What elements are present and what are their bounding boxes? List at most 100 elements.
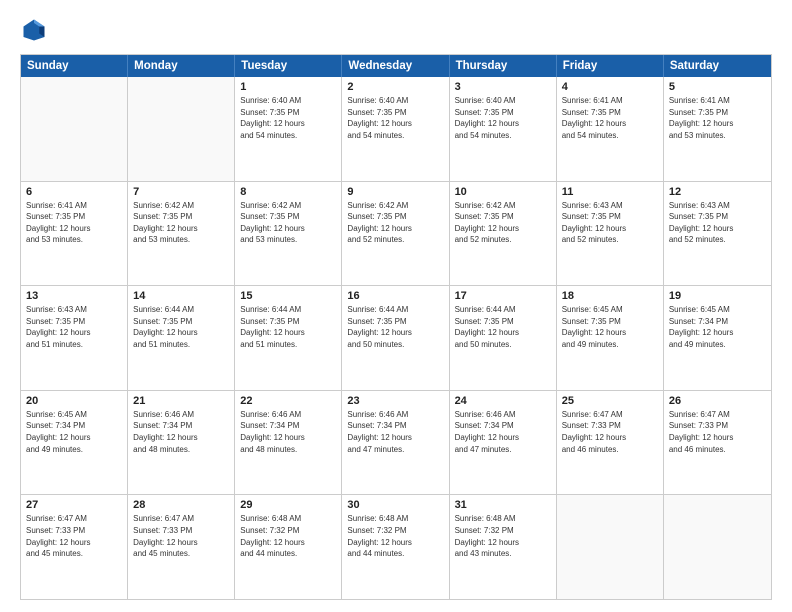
day-number: 27: [26, 499, 122, 511]
cell-info: Sunrise: 6:41 AM Sunset: 7:35 PM Dayligh…: [26, 200, 122, 246]
calendar-row: 6Sunrise: 6:41 AM Sunset: 7:35 PM Daylig…: [21, 182, 771, 287]
cell-info: Sunrise: 6:45 AM Sunset: 7:35 PM Dayligh…: [562, 304, 658, 350]
cell-info: Sunrise: 6:47 AM Sunset: 7:33 PM Dayligh…: [562, 409, 658, 455]
cell-info: Sunrise: 6:43 AM Sunset: 7:35 PM Dayligh…: [26, 304, 122, 350]
day-number: 12: [669, 186, 766, 198]
cell-info: Sunrise: 6:43 AM Sunset: 7:35 PM Dayligh…: [562, 200, 658, 246]
day-number: 21: [133, 395, 229, 407]
calendar-page: SundayMondayTuesdayWednesdayThursdayFrid…: [0, 0, 792, 612]
day-number: 16: [347, 290, 443, 302]
weekday-header: Tuesday: [235, 55, 342, 77]
calendar-cell: 8 Sunrise: 6:42 AM Sunset: 7:35 PM Daylig…: [235, 182, 342, 286]
calendar-cell: 13 Sunrise: 6:43 AM Sunset: 7:35 PM Dayli…: [21, 286, 128, 390]
calendar-cell: [21, 77, 128, 181]
calendar-cell: 20 Sunrise: 6:45 AM Sunset: 7:34 PM Dayli…: [21, 391, 128, 495]
day-number: 17: [455, 290, 551, 302]
cell-info: Sunrise: 6:42 AM Sunset: 7:35 PM Dayligh…: [133, 200, 229, 246]
calendar-cell: [557, 495, 664, 599]
day-number: 10: [455, 186, 551, 198]
cell-info: Sunrise: 6:41 AM Sunset: 7:35 PM Dayligh…: [669, 95, 766, 141]
cell-info: Sunrise: 6:40 AM Sunset: 7:35 PM Dayligh…: [240, 95, 336, 141]
calendar-cell: 1Sunrise: 6:40 AM Sunset: 7:35 PM Daylig…: [235, 77, 342, 181]
calendar-cell: [664, 495, 771, 599]
calendar-cell: 28Sunrise: 6:47 AM Sunset: 7:33 PM Dayli…: [128, 495, 235, 599]
weekday-header: Sunday: [21, 55, 128, 77]
calendar-cell: 26Sunrise: 6:47 AM Sunset: 7:33 PM Dayli…: [664, 391, 771, 495]
calendar-cell: 25 Sunrise: 6:47 AM Sunset: 7:33 PM Dayli…: [557, 391, 664, 495]
cell-info: Sunrise: 6:43 AM Sunset: 7:35 PM Dayligh…: [669, 200, 766, 246]
day-number: 7: [133, 186, 229, 198]
calendar-cell: 9 Sunrise: 6:42 AM Sunset: 7:35 PM Daylig…: [342, 182, 449, 286]
cell-info: Sunrise: 6:42 AM Sunset: 7:35 PM Dayligh…: [240, 200, 336, 246]
cell-info: Sunrise: 6:46 AM Sunset: 7:34 PM Dayligh…: [240, 409, 336, 455]
calendar-cell: 18Sunrise: 6:45 AM Sunset: 7:35 PM Dayli…: [557, 286, 664, 390]
day-number: 20: [26, 395, 122, 407]
day-number: 4: [562, 81, 658, 93]
calendar-cell: 19 Sunrise: 6:45 AM Sunset: 7:34 PM Dayli…: [664, 286, 771, 390]
weekday-header: Friday: [557, 55, 664, 77]
cell-info: Sunrise: 6:40 AM Sunset: 7:35 PM Dayligh…: [455, 95, 551, 141]
day-number: 13: [26, 290, 122, 302]
weekday-header: Monday: [128, 55, 235, 77]
calendar-cell: 4 Sunrise: 6:41 AM Sunset: 7:35 PM Daylig…: [557, 77, 664, 181]
cell-info: Sunrise: 6:44 AM Sunset: 7:35 PM Dayligh…: [455, 304, 551, 350]
day-number: 2: [347, 81, 443, 93]
cell-info: Sunrise: 6:40 AM Sunset: 7:35 PM Dayligh…: [347, 95, 443, 141]
day-number: 30: [347, 499, 443, 511]
cell-info: Sunrise: 6:47 AM Sunset: 7:33 PM Dayligh…: [133, 513, 229, 559]
cell-info: Sunrise: 6:48 AM Sunset: 7:32 PM Dayligh…: [240, 513, 336, 559]
calendar-cell: [128, 77, 235, 181]
calendar-cell: 5Sunrise: 6:41 AM Sunset: 7:35 PM Daylig…: [664, 77, 771, 181]
calendar-cell: 3Sunrise: 6:40 AM Sunset: 7:35 PM Daylig…: [450, 77, 557, 181]
weekday-header: Thursday: [450, 55, 557, 77]
calendar-cell: 6Sunrise: 6:41 AM Sunset: 7:35 PM Daylig…: [21, 182, 128, 286]
cell-info: Sunrise: 6:47 AM Sunset: 7:33 PM Dayligh…: [669, 409, 766, 455]
calendar-cell: 30 Sunrise: 6:48 AM Sunset: 7:32 PM Dayli…: [342, 495, 449, 599]
calendar-cell: 7 Sunrise: 6:42 AM Sunset: 7:35 PM Daylig…: [128, 182, 235, 286]
day-number: 11: [562, 186, 658, 198]
cell-info: Sunrise: 6:46 AM Sunset: 7:34 PM Dayligh…: [133, 409, 229, 455]
cell-info: Sunrise: 6:45 AM Sunset: 7:34 PM Dayligh…: [669, 304, 766, 350]
calendar-cell: 31 Sunrise: 6:48 AM Sunset: 7:32 PM Dayli…: [450, 495, 557, 599]
cell-info: Sunrise: 6:41 AM Sunset: 7:35 PM Dayligh…: [562, 95, 658, 141]
cell-info: Sunrise: 6:47 AM Sunset: 7:33 PM Dayligh…: [26, 513, 122, 559]
header: [20, 16, 772, 44]
calendar-cell: 2 Sunrise: 6:40 AM Sunset: 7:35 PM Daylig…: [342, 77, 449, 181]
calendar-cell: 10 Sunrise: 6:42 AM Sunset: 7:35 PM Dayli…: [450, 182, 557, 286]
logo: [20, 16, 52, 44]
calendar-row: 27 Sunrise: 6:47 AM Sunset: 7:33 PM Dayli…: [21, 495, 771, 599]
logo-icon: [20, 16, 48, 44]
weekday-header: Wednesday: [342, 55, 449, 77]
day-number: 19: [669, 290, 766, 302]
day-number: 9: [347, 186, 443, 198]
cell-info: Sunrise: 6:48 AM Sunset: 7:32 PM Dayligh…: [347, 513, 443, 559]
cell-info: Sunrise: 6:44 AM Sunset: 7:35 PM Dayligh…: [347, 304, 443, 350]
calendar-cell: 29 Sunrise: 6:48 AM Sunset: 7:32 PM Dayli…: [235, 495, 342, 599]
calendar-cell: 27 Sunrise: 6:47 AM Sunset: 7:33 PM Dayli…: [21, 495, 128, 599]
cell-info: Sunrise: 6:48 AM Sunset: 7:32 PM Dayligh…: [455, 513, 551, 559]
calendar-cell: 24Sunrise: 6:46 AM Sunset: 7:34 PM Dayli…: [450, 391, 557, 495]
day-number: 31: [455, 499, 551, 511]
day-number: 24: [455, 395, 551, 407]
weekday-header: Saturday: [664, 55, 771, 77]
calendar-cell: 22 Sunrise: 6:46 AM Sunset: 7:34 PM Dayli…: [235, 391, 342, 495]
day-number: 29: [240, 499, 336, 511]
cell-info: Sunrise: 6:46 AM Sunset: 7:34 PM Dayligh…: [347, 409, 443, 455]
day-number: 25: [562, 395, 658, 407]
cell-info: Sunrise: 6:42 AM Sunset: 7:35 PM Dayligh…: [455, 200, 551, 246]
calendar-cell: 15Sunrise: 6:44 AM Sunset: 7:35 PM Dayli…: [235, 286, 342, 390]
cell-info: Sunrise: 6:45 AM Sunset: 7:34 PM Dayligh…: [26, 409, 122, 455]
day-number: 15: [240, 290, 336, 302]
cell-info: Sunrise: 6:42 AM Sunset: 7:35 PM Dayligh…: [347, 200, 443, 246]
calendar-cell: 11 Sunrise: 6:43 AM Sunset: 7:35 PM Dayli…: [557, 182, 664, 286]
day-number: 23: [347, 395, 443, 407]
calendar-cell: 21 Sunrise: 6:46 AM Sunset: 7:34 PM Dayli…: [128, 391, 235, 495]
day-number: 22: [240, 395, 336, 407]
calendar-row: 13 Sunrise: 6:43 AM Sunset: 7:35 PM Dayli…: [21, 286, 771, 391]
day-number: 8: [240, 186, 336, 198]
calendar-header: SundayMondayTuesdayWednesdayThursdayFrid…: [21, 55, 771, 77]
calendar-cell: 14Sunrise: 6:44 AM Sunset: 7:35 PM Dayli…: [128, 286, 235, 390]
calendar-cell: 17 Sunrise: 6:44 AM Sunset: 7:35 PM Dayli…: [450, 286, 557, 390]
calendar-row: 1Sunrise: 6:40 AM Sunset: 7:35 PM Daylig…: [21, 77, 771, 182]
day-number: 14: [133, 290, 229, 302]
